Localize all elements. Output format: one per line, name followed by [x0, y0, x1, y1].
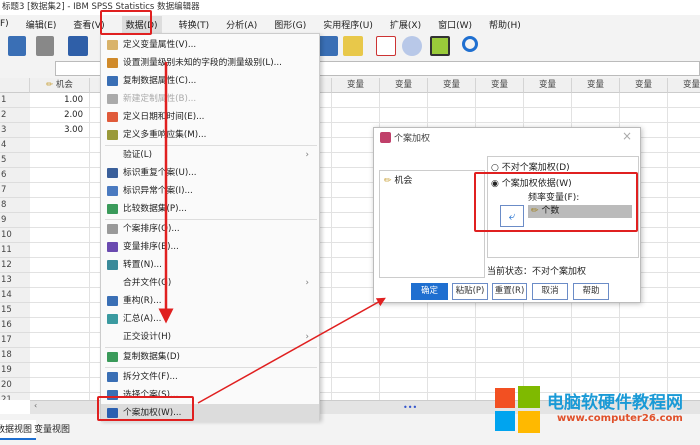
watermark-url: www.computer26.com	[557, 413, 683, 424]
arrow-to-dialog	[197, 297, 386, 404]
watermark: 电脑软硬件教程网 www.computer26.com	[495, 386, 695, 442]
annotation-arrows	[158, 62, 386, 404]
watermark-title: 电脑软硬件教程网	[547, 393, 683, 413]
logo-red	[495, 388, 515, 408]
logo-green	[518, 386, 540, 408]
logo-yellow	[518, 411, 540, 433]
logo-blue	[495, 411, 515, 431]
